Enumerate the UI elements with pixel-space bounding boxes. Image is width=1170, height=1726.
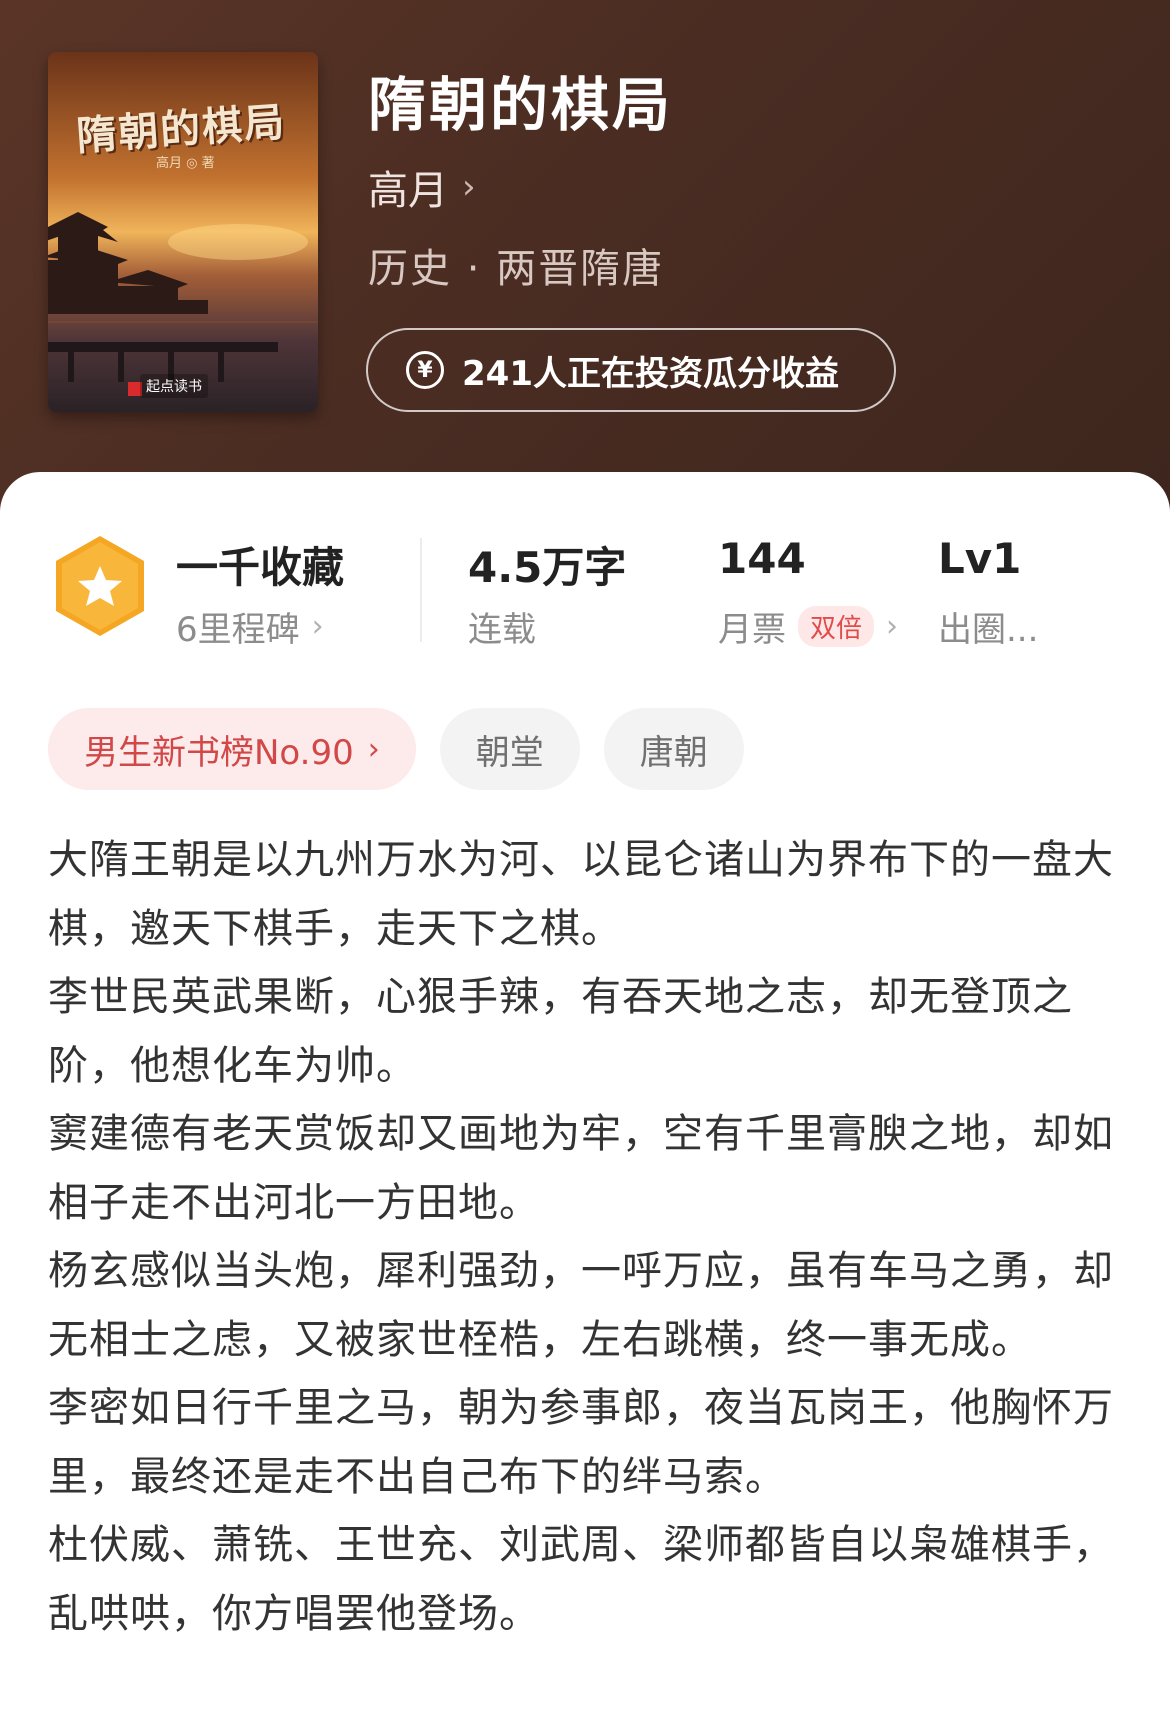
chevron-right-icon: › <box>462 167 476 207</box>
stats-divider <box>420 538 422 642</box>
double-badge: 双倍 <box>798 606 875 647</box>
chevron-right-icon: › <box>311 609 324 644</box>
description-paragraph: 李密如日行千里之马，朝为参事郎，夜当瓦岗王，他胸怀万里，最终还是走不出自己布下的… <box>48 1385 1114 1500</box>
monthly-ticket-label: 月票 <box>718 610 786 650</box>
serial-status: 连载 <box>468 602 536 651</box>
yen-coin-icon: ¥ <box>406 351 444 389</box>
word-count: 4.5万字 <box>468 543 627 592</box>
author-link[interactable]: 高月 › <box>368 158 476 216</box>
collect-value: 一千收藏 <box>176 543 345 592</box>
level-value: Lv1 <box>938 534 1022 583</box>
invest-button[interactable]: ¥ 241人正在投资瓜分收益 <box>366 328 896 412</box>
monthly-ticket-count: 144 <box>718 534 806 583</box>
description-paragraph: 李世民英武果断，心狠手辣，有吞天地之志，却无登顶之阶，他想化车为帅。 <box>48 974 1073 1089</box>
level-label: 出圈... <box>938 610 1039 650</box>
serial-status-label: 连载 <box>468 610 536 650</box>
description-paragraph: 杜伏威、萧铣、王世充、刘武周、梁师都皆自以枭雄棋手，乱哄哄，你方唱罢他登场。 <box>48 1522 1114 1637</box>
book-cover[interactable]: 隋朝的棋局 高月 ◎ 著 起点读书 <box>48 52 318 412</box>
chevron-right-icon: › <box>367 731 380 767</box>
tag-row: 男生新书榜No.90 › 朝堂 唐朝 <box>48 708 744 790</box>
tag-tang-dynasty[interactable]: 唐朝 <box>603 708 744 790</box>
stats-row: 一千收藏 6里程碑 › 4.5万字 连载 144 月票 双倍 › Lv1 出圈.… <box>0 528 1170 651</box>
monthly-ticket-link[interactable]: 月票 双倍 › <box>718 602 898 651</box>
book-description[interactable]: 大隋王朝是以九州万水为河、以昆仑诸山为界布下的一盘大棋，邀天下棋手，走天下之棋。… <box>48 826 1128 1648</box>
invest-label: 241人正在投资瓜分收益 <box>462 353 839 394</box>
description-paragraph: 窦建德有老天赏饭却又画地为牢，空有千里膏腴之地，却如相子走不出河北一方田地。 <box>48 1111 1114 1226</box>
star-badge-icon[interactable] <box>52 534 148 638</box>
cover-brand: 起点读书 <box>140 374 208 398</box>
rank-tag-label: 男生新书榜No.90 <box>84 732 354 773</box>
level-link[interactable]: 出圈... <box>938 602 1038 651</box>
author-name: 高月 <box>368 168 448 214</box>
cover-author: 高月 ◎ 著 <box>156 156 215 171</box>
description-paragraph: 杨玄感似当头炮，犀利强劲，一呼万应，虽有车马之勇，却无相士之虑，又被家世桎梏，左… <box>48 1248 1114 1363</box>
tag-court[interactable]: 朝堂 <box>439 708 580 790</box>
description-paragraph: 大隋王朝是以九州万水为河、以昆仑诸山为界布下的一盘大棋，邀天下棋手，走天下之棋。 <box>48 837 1114 952</box>
chevron-right-icon: › <box>886 609 899 644</box>
milestone-link[interactable]: 6里程碑 › <box>176 602 324 651</box>
book-genre[interactable]: 历史 · 两晋隋唐 <box>368 236 664 294</box>
milestone-label: 6里程碑 <box>176 610 300 650</box>
book-title: 隋朝的棋局 <box>368 71 674 139</box>
rank-tag[interactable]: 男生新书榜No.90 › <box>48 708 416 790</box>
